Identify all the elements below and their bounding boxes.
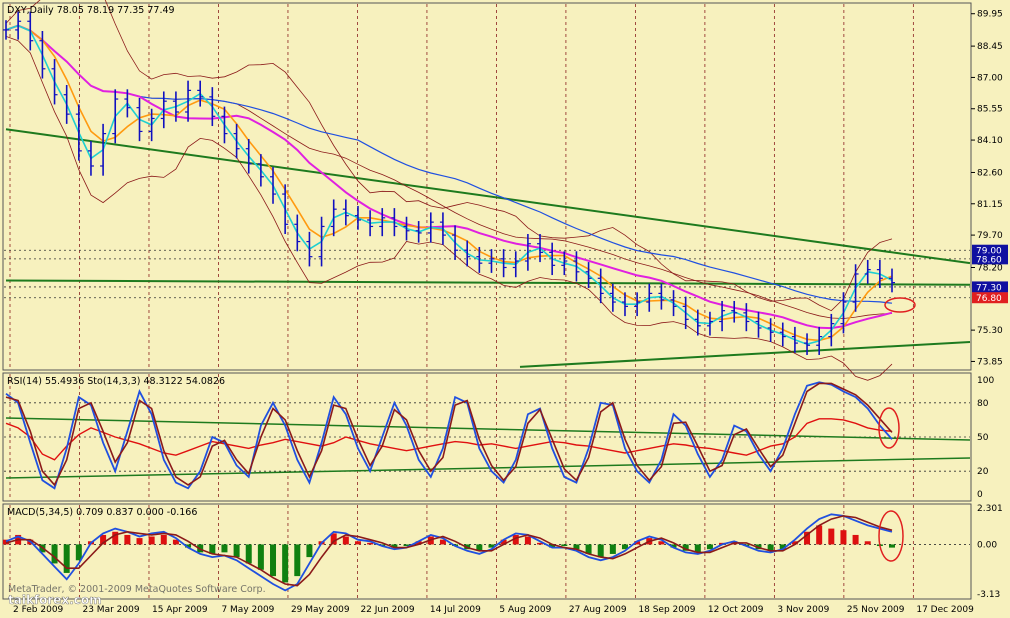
macd-series	[3, 513, 895, 592]
macd-histogram-bar	[160, 534, 167, 545]
macd-histogram-bar	[245, 544, 252, 564]
macd-histogram-bar	[706, 544, 713, 550]
date-label: 5 Aug 2009	[499, 605, 551, 615]
macd-tick-label: 2.301	[977, 504, 1003, 514]
price-highlight-label: 78.60	[976, 255, 1002, 265]
macd-histogram-bar	[852, 534, 859, 545]
macd-histogram-bar	[828, 528, 835, 545]
rsi-label: RSI(14) 55.4936 Sto(14,3,3) 48.3122 54.0…	[7, 376, 225, 387]
bollinger-upper	[5, 0, 893, 312]
price-tick-label: 84.10	[977, 136, 1003, 146]
watermark: MetaTrader, © 2001-2009 MetaQuotes Softw…	[8, 584, 266, 595]
macd-histogram-bar	[148, 536, 155, 545]
macd-histogram-bar	[840, 530, 847, 545]
macd-histogram-bar	[597, 544, 604, 558]
macd-histogram-bar	[561, 544, 568, 547]
rsi-tick-label: 50	[977, 433, 989, 443]
price-chart[interactable]: 2 Feb 2009 23 Mar 2009 15 Apr 2009 7 May 20…	[0, 0, 1010, 618]
price-tick-label: 89.95	[977, 10, 1003, 20]
highlighted-levels: 79.0078.6077.3076.80	[972, 244, 1008, 304]
price-highlight-label: 76.80	[976, 294, 1002, 304]
price-highlight-label: 77.30	[976, 283, 1002, 293]
price-tick-label: 87.00	[977, 73, 1003, 83]
date-label: 12 Oct 2009	[708, 605, 764, 615]
trend-line	[5, 279, 971, 286]
rsi-tick-label: 80	[977, 399, 989, 409]
price-tick-label: 85.55	[977, 105, 1003, 115]
price-tick-label: 82.60	[977, 168, 1003, 178]
macd-histogram-bar	[136, 538, 143, 545]
macd-histogram-bar	[270, 544, 277, 577]
macd-histogram-bar	[294, 544, 301, 577]
macd-histogram-bar	[816, 525, 823, 545]
macd-label: MACD(5,34,5) 0.709 0.837 0.000 -0.166	[7, 507, 197, 518]
rsi-tick-label: 20	[977, 467, 989, 477]
macd-histogram-bar	[51, 544, 58, 564]
price-tick-label: 75.30	[977, 326, 1003, 336]
macd-histogram-bar	[282, 544, 289, 583]
macd-histogram-bar	[124, 534, 131, 545]
trend-lines	[5, 128, 971, 479]
trend-line	[519, 341, 971, 368]
date-label: 22 Jun 2009	[360, 605, 414, 615]
macd-histogram-bar	[367, 542, 374, 545]
price-panel	[2, 2, 972, 371]
annotation-circle-macd	[878, 510, 904, 562]
date-label: 7 May 2009	[221, 605, 274, 615]
axis-labels: 2 Feb 2009 23 Mar 2009 15 Apr 2009 7 May 20…	[13, 10, 1003, 615]
macd-histogram-bar	[524, 536, 531, 545]
macd-histogram-bar	[306, 544, 313, 558]
ma-200	[5, 24, 893, 304]
macd-histogram-bar	[609, 544, 616, 554]
date-label: 14 Jul 2009	[430, 605, 481, 615]
rsi-tick-label: 100	[977, 376, 994, 386]
date-label: 15 Apr 2009	[152, 605, 208, 615]
macd-line	[5, 513, 893, 592]
macd-histogram-bar	[342, 536, 349, 545]
price-tick-label: 88.45	[977, 42, 1003, 52]
rsi-tick-label: 0	[977, 490, 983, 500]
macd-histogram-bar	[221, 544, 228, 553]
macd-tick-label: 0.00	[977, 540, 997, 550]
macd-histogram-bar	[864, 541, 871, 545]
macd-histogram-bar	[75, 544, 82, 561]
date-label: 17 Dec 2009	[916, 605, 974, 615]
price-tick-label: 81.15	[977, 200, 1003, 210]
date-label: 27 Aug 2009	[569, 605, 627, 615]
macd-histogram-bar	[233, 544, 240, 558]
price-tick-label: 73.85	[977, 357, 1003, 367]
trend-line	[5, 128, 971, 265]
stoch-d-line	[5, 382, 893, 487]
chart-header: DXY,Daily 78.05 78.19 77.35 77.49	[7, 5, 175, 16]
date-label: 18 Sep 2009	[638, 605, 695, 615]
macd-tick-label: -3.13	[977, 590, 1000, 600]
logo: taikforex.com	[8, 593, 102, 607]
macd-histogram-bar	[257, 544, 264, 570]
date-label: 29 May 2009	[291, 605, 350, 615]
price-tick-label: 79.70	[977, 231, 1003, 241]
macd-histogram-bar	[354, 541, 361, 545]
rsi-trend-line	[5, 457, 971, 479]
annotation-circle-price	[884, 297, 916, 313]
ma-orange	[5, 24, 893, 342]
date-label: 3 Nov 2009	[777, 605, 829, 615]
date-label: 25 Nov 2009	[847, 605, 905, 615]
macd-histogram-bar	[889, 544, 895, 548]
